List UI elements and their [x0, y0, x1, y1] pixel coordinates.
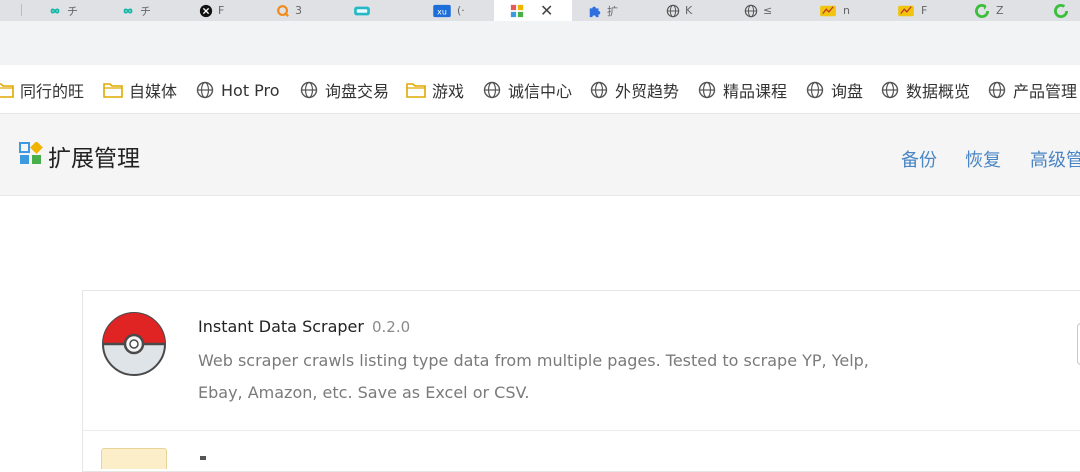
tab-close-icon[interactable]: ✕ — [540, 2, 553, 19]
globe-icon — [590, 81, 608, 99]
globe-icon — [988, 81, 1006, 99]
tab-12[interactable]: n — [818, 0, 874, 21]
tab-9[interactable]: 扩 — [588, 0, 640, 21]
bookmark-8[interactable]: 精品课程 — [697, 79, 789, 101]
bookmark-9[interactable]: 询盘 — [805, 79, 863, 101]
infinity-icon — [50, 7, 60, 14]
folder-icon — [103, 83, 123, 98]
bookmark-label: 自媒体 — [129, 82, 178, 101]
yellow-folder-icon — [820, 5, 836, 16]
address-bar-area — [0, 21, 1080, 65]
pokeball-icon — [102, 312, 166, 376]
tab-11[interactable]: ≤ — [744, 0, 796, 21]
globe-icon — [698, 81, 716, 99]
globe-icon — [196, 81, 214, 99]
bookmark-label: 诚信中心 — [508, 82, 573, 101]
tab-separator — [21, 4, 22, 16]
bookmark-4[interactable]: 询盘交易 — [299, 79, 391, 101]
tab-title: ≤ — [763, 4, 773, 17]
infinity-icon — [123, 7, 133, 14]
tab-title: チ — [67, 4, 78, 18]
bookmark-6[interactable]: 诚信中心 — [482, 79, 572, 101]
folder-icon — [406, 83, 426, 98]
page-title: 扩展管理 — [48, 146, 140, 172]
bookmark-label: 游戏 — [432, 82, 465, 101]
extensions-grid-icon — [510, 4, 524, 17]
row-divider — [82, 430, 1080, 431]
orange-q-icon — [277, 4, 290, 17]
bookmark-10[interactable]: 数据概览 — [880, 79, 970, 101]
green-refresh-icon — [1054, 3, 1069, 18]
globe-icon — [666, 4, 680, 17]
bookmark-7[interactable]: 外贸趋势 — [589, 79, 681, 101]
bookmark-label: 精品课程 — [723, 82, 788, 101]
bookmark-label: 外贸趋势 — [615, 82, 680, 101]
dark-circle-icon — [199, 4, 213, 17]
bookmark-folder-2[interactable]: 自媒体 — [103, 79, 177, 101]
extension-version: 0.2.0 — [372, 318, 411, 336]
extension-description: Web scraper crawls listing type data fro… — [198, 351, 869, 402]
bookmark-folder-5[interactable]: 游戏 — [406, 79, 464, 101]
tab-title: チ — [140, 4, 151, 18]
tab-8[interactable]: ✕ — [494, 0, 572, 21]
bookmark-11[interactable]: 产品管理 — [987, 79, 1080, 101]
tab-13[interactable]: F — [896, 0, 950, 21]
restore-link[interactable]: 恢复 — [965, 146, 1001, 172]
tab-title: F — [218, 4, 225, 17]
globe-icon — [483, 81, 501, 99]
tab-6[interactable] — [352, 0, 398, 21]
tab-title: F — [921, 4, 928, 17]
globe-icon — [744, 4, 758, 17]
globe-icon — [881, 81, 899, 99]
tab-3[interactable]: チ — [121, 0, 177, 21]
folder-icon — [0, 83, 14, 98]
tab-strip: チ チ F 3 xu (· ✕ 扩 K ≤ n F Z — [0, 0, 1080, 21]
bookmark-label: Hot Pro — [221, 80, 280, 100]
bookmark-label: 同行的旺 — [20, 82, 85, 101]
green-refresh-icon — [975, 3, 990, 18]
bookmark-3[interactable]: Hot Pro — [195, 79, 281, 101]
bookmark-label: 产品管理 — [1013, 82, 1078, 101]
globe-icon — [300, 81, 318, 99]
advanced-management-link[interactable]: 高级管 — [1030, 146, 1080, 172]
extensions-manager-icon — [19, 142, 43, 164]
tab-15[interactable] — [1052, 0, 1080, 21]
bookmark-label: 询盘 — [831, 82, 864, 101]
tab-4[interactable]: F — [199, 0, 253, 21]
puzzle-icon — [589, 6, 601, 17]
tab-title: (· — [457, 4, 465, 17]
tab-14[interactable]: Z — [973, 0, 1029, 21]
tab-title: K — [685, 4, 693, 17]
bookmark-label: 数据概览 — [906, 82, 971, 101]
tab-title: n — [843, 4, 850, 17]
address-field[interactable] — [0, 27, 1080, 57]
tab-10[interactable]: K — [666, 0, 718, 21]
tab-7[interactable]: xu (· — [432, 0, 482, 21]
tab-title: 扩 — [607, 4, 618, 18]
tab-1[interactable] — [0, 0, 22, 21]
bookmarks-bar: 同行的旺 自媒体 Hot Pro 询盘交易 游戏 诚信中心 外贸趋势 精品课程 … — [0, 65, 1080, 114]
blue-xu-icon: xu — [433, 4, 451, 17]
next-extension-name-fragment — [200, 456, 206, 460]
teal-logo-icon — [354, 6, 370, 15]
tab-2[interactable]: チ — [48, 0, 104, 21]
backup-link[interactable]: 备份 — [901, 146, 937, 172]
tab-title: 3 — [295, 4, 302, 17]
tab-5[interactable]: 3 — [276, 0, 326, 21]
svg-text:xu: xu — [437, 7, 447, 16]
next-extension-icon — [101, 448, 167, 469]
extension-name: Instant Data Scraper — [198, 317, 364, 336]
tab-title: Z — [996, 4, 1004, 17]
yellow-folder-icon — [898, 5, 914, 16]
bookmark-folder-1[interactable]: 同行的旺 — [0, 79, 84, 101]
bookmark-label: 询盘交易 — [325, 82, 390, 101]
globe-icon — [806, 81, 824, 99]
